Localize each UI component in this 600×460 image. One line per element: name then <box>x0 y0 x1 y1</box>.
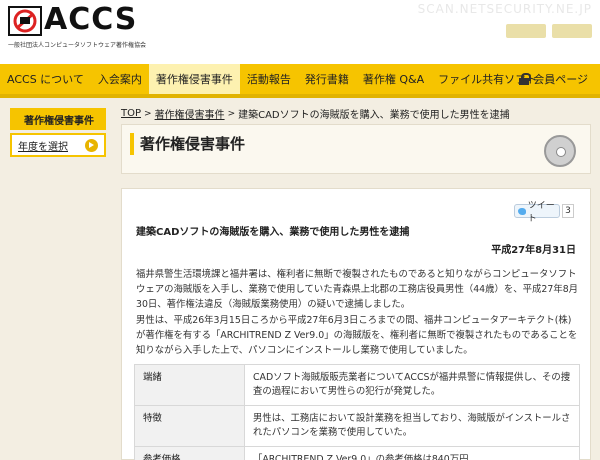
logo-text[interactable]: ACCS <box>44 2 137 37</box>
table-row-value: 男性は、工務店において設計業務を担当しており、海賊版がインストールされたパソコン… <box>244 405 580 447</box>
nav-divider <box>0 94 600 98</box>
article-paragraph: 男性は、平成26年3月15日ころから平成27年6月3日ころまでの間、福井コンピュ… <box>136 315 578 356</box>
article-date: 平成27年8月31日 <box>491 245 576 256</box>
nav-item-activity-reports[interactable]: 活動報告 <box>240 64 298 94</box>
header-utility-button[interactable] <box>506 24 546 38</box>
page-title: 著作権侵害事件 <box>140 135 246 153</box>
year-select-label: 年度を選択 <box>18 141 68 153</box>
accs-logo-icon[interactable] <box>8 6 42 36</box>
nav-item-about[interactable]: ACCS について <box>0 64 91 94</box>
site-header: ACCS 一般社団法人コンピュータソフトウェア著作権協会 SCAN.NETSEC… <box>0 0 600 64</box>
breadcrumb-top-link[interactable]: TOP <box>121 108 141 119</box>
title-accent-bar <box>130 133 134 155</box>
table-row-label: 特徴 <box>134 405 245 447</box>
lock-icon <box>519 73 532 85</box>
table-row-value: 「ARCHITREND Z Ver9.0」の参考価格は840万円 <box>244 446 580 460</box>
tweet-label: ツイート <box>527 201 555 224</box>
cd-disc-icon <box>544 135 576 167</box>
breadcrumb-current: 建築CADソフトの海賊版を購入、業務で使用した男性を逮捕 <box>238 110 510 121</box>
table-row-label: 参考価格 <box>134 446 245 460</box>
header-utility-button[interactable] <box>552 24 592 38</box>
global-nav: ACCS について 入会案内 著作権侵害事件 活動報告 発行書籍 著作権 Q&A… <box>0 64 600 94</box>
nav-item-copyright-qa[interactable]: 著作権 Q&A <box>356 64 431 94</box>
case-info-table: 端緒 CADソフト海賊版販売業者についてACCSが福井県警に情報提供し、その捜査… <box>134 364 580 460</box>
member-page-link[interactable]: 会員ページ <box>519 64 588 94</box>
arrow-right-icon <box>85 139 98 152</box>
tweet-button[interactable]: ツイート <box>514 201 560 224</box>
nav-item-publications[interactable]: 発行書籍 <box>298 64 356 94</box>
sidebar-title: 著作権侵害事件 <box>10 108 106 130</box>
chevron-right-icon: > <box>144 108 152 119</box>
nav-item-membership[interactable]: 入会案内 <box>91 64 149 94</box>
table-row: 特徴 男性は、工務店において設計業務を担当しており、海賊版がインストールされたパ… <box>134 405 580 447</box>
table-row-value: CADソフト海賊版販売業者についてACCSが福井県警に情報提供し、その捜査の過程… <box>244 364 580 406</box>
table-row-label: 端緒 <box>134 364 245 406</box>
tweet-count: 3 <box>562 204 574 218</box>
table-row: 参考価格 「ARCHITREND Z Ver9.0」の参考価格は840万円 <box>134 446 580 460</box>
header-utility-buttons <box>506 24 592 38</box>
nav-item-infringement-cases[interactable]: 著作権侵害事件 <box>148 64 240 94</box>
article-title: 建築CADソフトの海賊版を購入、業務で使用した男性を逮捕 <box>136 227 410 238</box>
chevron-right-icon: > <box>227 108 236 119</box>
twitter-bird-icon <box>518 207 526 215</box>
article-panel: ツイート 3 建築CADソフトの海賊版を購入、業務で使用した男性を逮捕 平成27… <box>121 188 591 460</box>
year-select[interactable]: 年度を選択 <box>10 133 106 157</box>
logo-subtitle: 一般社団法人コンピュータソフトウェア著作権協会 <box>8 42 147 49</box>
member-page-label: 会員ページ <box>533 73 588 86</box>
watermark: SCAN.NETSECURITY.NE.JP <box>417 2 592 16</box>
article-paragraph: 福井県警生活環境課と福井署は、権利者に無断で複製されたものであると知りながらコン… <box>136 269 579 310</box>
breadcrumb-section-link[interactable]: 著作権侵害事件 <box>155 106 225 121</box>
table-row: 端緒 CADソフト海賊版販売業者についてACCSが福井県警に情報提供し、その捜査… <box>134 364 580 406</box>
breadcrumb: TOP > 著作権侵害事件 > 建築CADソフトの海賊版を購入、業務で使用した男… <box>121 106 510 121</box>
page-title-panel: 著作権侵害事件 <box>121 124 591 174</box>
